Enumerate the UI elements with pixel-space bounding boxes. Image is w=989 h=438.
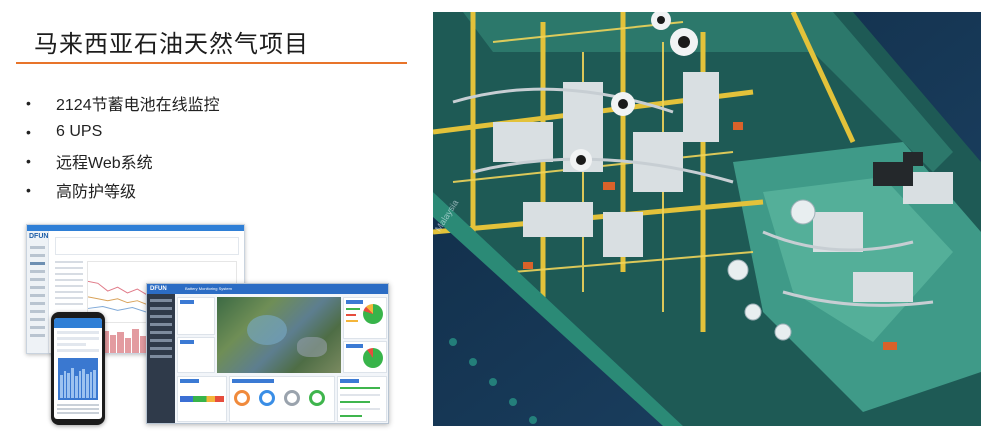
gauge-icon <box>284 390 300 406</box>
dashboard-nav <box>147 294 175 423</box>
mobile-app-screenshot <box>51 312 105 425</box>
health-pie-icon <box>363 304 383 324</box>
feature-list: • 2124节蓄电池在线监控 • 6 UPS • 远程Web系统 • 高防护等级 <box>26 88 220 204</box>
bullet-dot-icon: • <box>26 152 31 169</box>
bullet-dot-icon: • <box>26 181 31 198</box>
dashboard-site-map <box>217 297 341 373</box>
title-underline <box>16 62 407 64</box>
gauge-icon <box>309 390 325 406</box>
list-item: • 2124节蓄电池在线监控 <box>26 88 220 117</box>
phone-footer <box>57 404 99 416</box>
bullet-text: 6 UPS <box>56 122 103 140</box>
dashboard-title: Battery Monitoring System <box>185 286 232 291</box>
bullet-text: 远程Web系统 <box>56 154 153 172</box>
capacity-pie-icon <box>363 348 383 368</box>
list-item: • 远程Web系统 <box>26 146 220 175</box>
dashboard-ranking-card <box>177 337 215 373</box>
screenshot-filter-panel <box>55 237 239 255</box>
bullet-dot-icon: • <box>26 123 31 140</box>
screenshot-sidebar <box>27 231 49 353</box>
dashboard-screenshot: DFUN Battery Monitoring System <box>146 283 389 424</box>
phone-screen <box>54 318 102 419</box>
dashboard-status-card <box>177 297 215 335</box>
dashboard-logo: DFUN <box>150 286 167 292</box>
bullet-text: 高防护等级 <box>56 183 137 201</box>
gauge-icon <box>234 390 250 406</box>
phone-header <box>54 318 102 328</box>
bullet-dot-icon: • <box>26 94 31 111</box>
screenshot-titlebar <box>27 225 244 231</box>
phone-voltage-chart <box>58 358 98 400</box>
list-item: • 高防护等级 <box>26 175 220 204</box>
offshore-platform-photo: Malaysia <box>433 12 981 426</box>
list-item: • 6 UPS <box>26 117 220 146</box>
gauge-icon <box>259 390 275 406</box>
bullet-text: 2124节蓄电池在线监控 <box>56 96 220 114</box>
desktop-logo: DFUN <box>29 233 49 240</box>
slide-title: 马来西亚石油天然气项目 <box>34 31 309 58</box>
dashboard-header <box>147 284 388 294</box>
